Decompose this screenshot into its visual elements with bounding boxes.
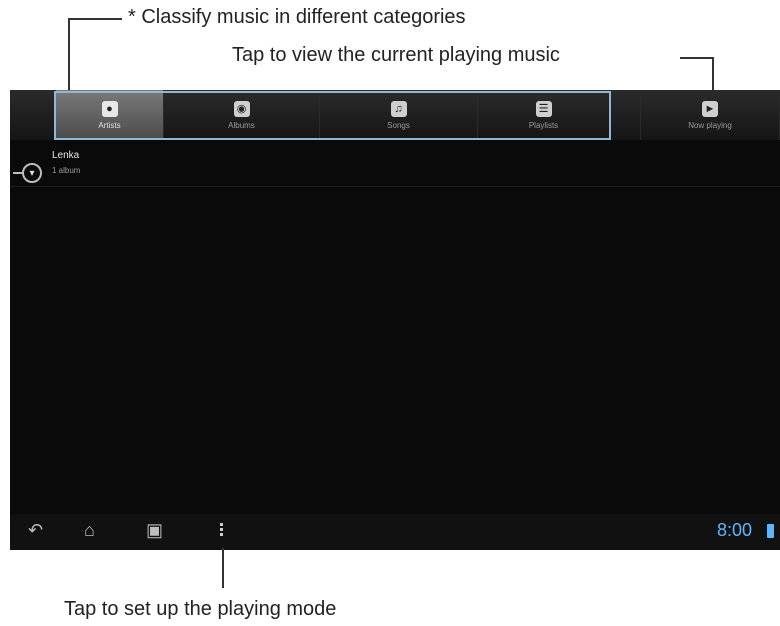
annotation-line-categories-h [68,18,122,20]
tab-artists-label: Artists [98,120,121,130]
tab-songs[interactable]: ♫ Songs [320,90,478,140]
chevron-down-icon[interactable]: ▾ [22,163,42,183]
annotation-line-categories-v [68,18,70,90]
tab-artists[interactable]: ● Artists [56,90,164,140]
tab-now-playing-label: Now playing [688,120,732,130]
microphone-icon: ● [101,100,118,117]
playlist-icon: ☰ [535,100,552,117]
tab-songs-label: Songs [387,120,410,130]
annotation-categories: * Classify music in different categories [128,6,466,28]
recent-apps-icon[interactable]: ▣ [146,520,163,541]
menu-icon[interactable] [220,523,224,541]
system-nav-bar: ↶ ⌂ ▣ 8:00 [10,514,780,550]
tab-playlists[interactable]: ☰ Playlists [478,90,610,140]
annotation-line-now-playing-h [680,57,714,59]
status-time: 8:00 [716,520,752,540]
artist-album-count: 1 album [52,166,81,175]
album-icon: ◉ [233,100,250,117]
music-note-icon: ♫ [390,100,407,117]
tab-now-playing[interactable]: ► Now playing [640,90,780,140]
annotation-now-playing: Tap to view the current playing music [232,44,560,66]
tab-albums-label: Albums [228,120,255,130]
home-icon[interactable]: ⌂ [84,520,95,541]
list-item[interactable]: Lenka 1 album ▾ [10,140,780,187]
back-icon[interactable]: ↶ [28,520,43,541]
battery-icon [767,524,774,538]
annotation-menu: Tap to set up the playing mode [64,598,337,620]
music-app-screen: ● Artists ◉ Albums ♫ Songs ☰ Playlists ►… [10,90,780,550]
tab-albums[interactable]: ◉ Albums [164,90,320,140]
tab-bar: ● Artists ◉ Albums ♫ Songs ☰ Playlists ►… [10,90,780,140]
tab-playlists-label: Playlists [528,120,559,130]
annotation-line-menu-v [222,548,224,588]
artist-name: Lenka [52,150,80,161]
now-playing-icon: ► [702,100,718,117]
